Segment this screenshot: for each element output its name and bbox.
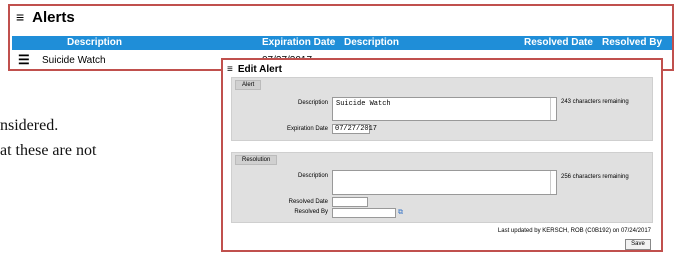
alert-chars-remaining: 243 characters remaining bbox=[561, 99, 629, 105]
resolution-description-label: Description bbox=[297, 173, 328, 179]
resolved-date-label: Resolved Date bbox=[288, 199, 328, 205]
alerts-header: ≡ Alerts bbox=[16, 9, 75, 26]
column-header-description[interactable]: Description bbox=[67, 37, 122, 48]
resolution-section: Resolution Description 256 characters re… bbox=[231, 152, 653, 223]
user-lookup-icon[interactable]: ⧉ bbox=[398, 209, 407, 216]
alert-section-tab: Alert bbox=[235, 80, 262, 90]
resolution-description-textarea[interactable] bbox=[332, 170, 557, 195]
document-text-line-2: at these are not bbox=[0, 142, 97, 159]
alert-description-label: Description bbox=[297, 100, 328, 106]
save-button[interactable]: Save bbox=[625, 239, 651, 250]
column-header-description-2[interactable]: Description bbox=[344, 37, 399, 48]
column-header-resolved-date[interactable]: Resolved Date bbox=[524, 37, 593, 48]
column-header-resolved-by[interactable]: Resolved By bbox=[602, 37, 662, 48]
column-header-expiration-date[interactable]: Expiration Date bbox=[262, 37, 335, 48]
alert-description-value: Suicide Watch bbox=[336, 100, 391, 108]
alerts-table-header: Description Expiration Date Description … bbox=[12, 36, 672, 50]
resolved-by-input[interactable] bbox=[332, 208, 396, 218]
textarea-scrollbar[interactable] bbox=[550, 171, 556, 194]
menu-icon[interactable]: ≡ bbox=[16, 9, 24, 25]
resolution-chars-remaining: 256 characters remaining bbox=[561, 174, 629, 180]
alert-section: Alert Description Suicide Watch 243 char… bbox=[231, 77, 653, 141]
resolved-date-input[interactable] bbox=[332, 197, 368, 207]
resolved-by-label: Resolved By bbox=[294, 209, 328, 215]
last-updated-note: Last updated by KERSCH, ROB (C0B192) on … bbox=[497, 228, 651, 234]
resolution-section-tab: Resolution bbox=[235, 155, 278, 165]
edit-alert-dialog: ≡ Edit Alert Alert Description Suicide Wa… bbox=[221, 58, 663, 252]
edit-alert-title: Edit Alert bbox=[237, 64, 282, 75]
document-text-line-1: nsidered. bbox=[0, 117, 59, 134]
expiration-date-input[interactable]: 07/27/2017 bbox=[332, 124, 377, 134]
row-menu-icon[interactable]: ☰ bbox=[18, 52, 30, 68]
expiration-date-label: Expiration Date bbox=[286, 126, 328, 132]
alert-description-textarea[interactable]: Suicide Watch bbox=[332, 97, 557, 121]
alerts-title: Alerts bbox=[32, 9, 75, 26]
menu-icon[interactable]: ≡ bbox=[227, 64, 233, 75]
textarea-scrollbar[interactable] bbox=[550, 98, 556, 120]
row-description: Suicide Watch bbox=[42, 55, 106, 66]
edit-alert-title-bar: ≡ Edit Alert bbox=[227, 64, 282, 75]
